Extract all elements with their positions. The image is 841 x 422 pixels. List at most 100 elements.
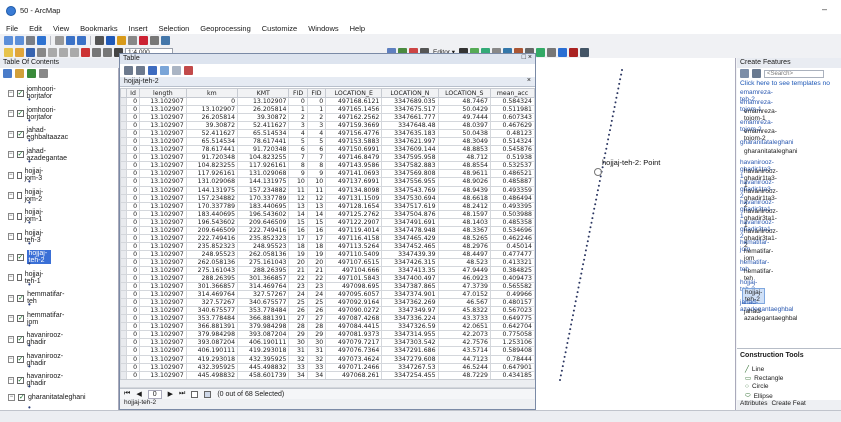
table-cell[interactable]: 406.190111 (237, 338, 290, 348)
table-cell[interactable]: 0 (125, 241, 141, 251)
map-point[interactable] (568, 332, 571, 335)
split-icon[interactable] (536, 47, 546, 57)
table-cell[interactable]: 131.029068 (237, 169, 290, 179)
table-cell[interactable]: 209.646509 (185, 225, 239, 235)
expand-collapse-icon[interactable]: − (8, 335, 14, 343)
layer-name[interactable]: havanirooz-ghadir (27, 332, 65, 346)
table-cell[interactable]: 65.514534 (185, 137, 239, 147)
table-cell[interactable]: 18 (288, 241, 308, 251)
layer-visibility-checkbox[interactable]: ✓ (18, 393, 25, 401)
table-row[interactable]: 0 13.102907 104.823255 117.926161 8 8 497143.9… (120, 161, 536, 171)
table-cell[interactable]: 13 (306, 201, 327, 211)
table-cell[interactable]: 17 (306, 233, 327, 243)
table-cell[interactable]: 30 (288, 338, 308, 348)
toc-layer[interactable]: − ✓ havanirooz-ghadir (8, 332, 65, 346)
layer-symbol-icon[interactable]: • (28, 239, 31, 248)
map-point[interactable] (566, 342, 569, 344)
table-cell[interactable]: 497071.2466 (325, 362, 383, 372)
table-row[interactable]: 0 13.102907 183.440695 196.543602 14 14 497125… (120, 209, 536, 219)
clear-selection-icon[interactable] (172, 65, 181, 75)
table-cell[interactable]: 13.102907 (139, 290, 187, 300)
table-cell[interactable]: 26 (306, 306, 327, 316)
column-header[interactable]: FID (306, 88, 327, 98)
map-point[interactable] (588, 230, 591, 233)
list-by-selection-icon[interactable] (39, 69, 48, 78)
table-cell[interactable]: 48.9611 (437, 169, 491, 179)
table-cell[interactable]: 13.102907 (139, 330, 187, 340)
expand-collapse-icon[interactable]: − (8, 233, 14, 240)
table-cell[interactable]: 0.48123 (489, 129, 536, 139)
layer-name[interactable]: gharanitataleghani (28, 394, 86, 401)
map-point[interactable] (610, 119, 613, 122)
back-icon[interactable] (66, 35, 75, 45)
map-point[interactable] (577, 286, 580, 289)
table-cell[interactable]: 3347582.883 (381, 161, 439, 171)
toc-layer[interactable]: − ✓ hemmatifar-teh (8, 291, 65, 305)
table-cell[interactable]: 0.642704 (489, 322, 536, 332)
table-cell[interactable]: 0.565582 (489, 282, 536, 292)
table-cell[interactable]: 0.589408 (489, 346, 536, 356)
map-point[interactable] (559, 379, 561, 381)
layer-symbol-icon[interactable]: • (28, 321, 31, 330)
table-cell[interactable]: 248.95523 (237, 241, 290, 251)
table-cell[interactable]: 445.498832 (237, 362, 290, 372)
table-cell[interactable]: 47.9449 (437, 265, 491, 276)
table-cell[interactable]: 393.087204 (237, 330, 290, 340)
table-cell[interactable]: 3347387.865 (381, 282, 439, 292)
map-point[interactable] (589, 226, 592, 229)
table-cell[interactable]: 20 (288, 257, 308, 267)
column-header[interactable]: Id (125, 88, 141, 98)
table-cell[interactable]: 0 (125, 217, 141, 227)
map-point[interactable] (598, 180, 601, 182)
table-cell[interactable]: 42.0651 (437, 322, 491, 332)
construction-tool[interactable]: ╱ Line (745, 365, 764, 374)
expand-collapse-icon[interactable]: − (8, 212, 14, 220)
open-icon[interactable] (15, 47, 24, 57)
table-cell[interactable]: 497153.5883 (325, 137, 383, 147)
column-header[interactable]: LOCATION_N (381, 88, 439, 98)
table-cell[interactable]: 13.102907 (139, 193, 187, 203)
expand-collapse-icon[interactable]: − (8, 274, 14, 281)
table-cell[interactable]: 48.2976 (437, 241, 491, 251)
table-cell[interactable]: 314.469764 (237, 282, 290, 292)
table-cell[interactable]: 13.102907 (139, 233, 187, 243)
table-row[interactable]: 0 13.102907 327.57267 340.675577 25 25 497092.… (120, 298, 536, 308)
table-cell[interactable]: 0 (125, 233, 141, 243)
map-point[interactable] (572, 314, 574, 317)
table-cell[interactable]: 13.102907 (139, 96, 187, 107)
table-cell[interactable]: 42.7576 (437, 338, 491, 348)
expand-collapse-icon[interactable]: − (8, 393, 15, 401)
table-cell[interactable]: 0 (125, 209, 141, 219)
table-cell[interactable]: 45.8322 (437, 306, 491, 316)
table-cell[interactable]: 0 (125, 306, 141, 316)
table-cell[interactable]: 0 (125, 225, 141, 235)
table-cell[interactable]: 27 (288, 314, 308, 324)
table-cell[interactable]: 3347374.901 (381, 290, 439, 300)
rotate-icon[interactable] (547, 47, 557, 57)
table-cell[interactable]: 0 (125, 145, 141, 155)
layer-visibility-checkbox[interactable]: ✓ (16, 356, 24, 363)
new-doc-icon[interactable] (4, 47, 13, 57)
table-cell[interactable]: 13.102907 (139, 314, 187, 324)
table-cell[interactable]: 47.3739 (437, 282, 491, 292)
table-options-icon[interactable] (124, 65, 133, 75)
table-cell[interactable]: 0 (125, 298, 141, 308)
measure-icon[interactable] (128, 35, 137, 45)
table-cell[interactable]: 0.78444 (489, 354, 536, 364)
table-cell[interactable]: 0.486521 (489, 169, 536, 179)
delete-selected-icon[interactable] (184, 65, 193, 75)
map-point[interactable] (596, 193, 598, 196)
table-cell[interactable]: 3347452.465 (381, 241, 439, 251)
table-cell[interactable]: 497090.0272 (325, 306, 383, 316)
table-cell[interactable]: 78.617441 (237, 137, 290, 147)
table-cell[interactable]: 419.293018 (237, 346, 290, 356)
table-cell[interactable]: 13.102907 (139, 225, 187, 235)
table-row[interactable]: 0 13.102907 91.720348 104.823255 7 7 497146.84… (120, 153, 536, 163)
table-cell[interactable]: 497146.8479 (325, 153, 383, 163)
table-cell[interactable]: 16 (288, 225, 308, 235)
table-cell[interactable]: 32 (288, 354, 308, 364)
map-point[interactable] (562, 360, 565, 363)
map-point[interactable] (573, 305, 576, 307)
table-cell[interactable]: 13.102907 (139, 306, 187, 316)
table-cell[interactable]: 0.545876 (489, 145, 536, 155)
